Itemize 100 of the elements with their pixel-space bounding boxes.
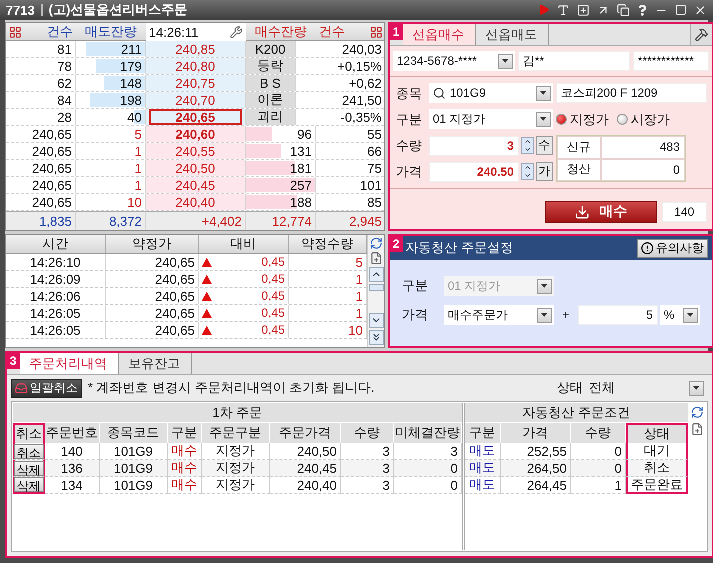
table-cell: 3 bbox=[341, 460, 394, 477]
wrench-icon[interactable] bbox=[230, 26, 243, 38]
notice-button[interactable]: 유의사항 bbox=[637, 238, 708, 258]
number-badge: 2 bbox=[390, 236, 403, 252]
spin-button[interactable] bbox=[521, 137, 534, 154]
change-text: 0,45 bbox=[262, 306, 285, 320]
radio-option[interactable]: 지정가 bbox=[556, 110, 609, 128]
group-header: 자동청산 주문조건 bbox=[465, 403, 688, 423]
price-cell: 240,65 bbox=[106, 271, 199, 287]
table-cell: 매수 bbox=[168, 477, 202, 494]
table-cell: 지정가 bbox=[202, 460, 270, 477]
column-header: 구분 bbox=[465, 423, 501, 443]
refresh-icon[interactable] bbox=[370, 237, 382, 250]
unit-button[interactable]: 가 bbox=[536, 162, 553, 181]
count-cell: 101 bbox=[316, 177, 386, 193]
add-file-icon[interactable] bbox=[370, 252, 382, 265]
row-action-button[interactable]: 삭제 bbox=[14, 460, 44, 476]
field-label: 가격 bbox=[396, 162, 423, 180]
count-field[interactable]: 140 bbox=[662, 202, 707, 222]
radio-option[interactable]: 시장가 bbox=[617, 110, 670, 128]
table-cell: 240,50 bbox=[270, 443, 341, 460]
price-cell: 240,65 bbox=[106, 322, 199, 338]
row-action-button[interactable]: 삭제 bbox=[14, 477, 44, 492]
count-cell: 75 bbox=[316, 160, 386, 176]
tab[interactable]: 보유잔고 bbox=[118, 353, 192, 374]
caret-icon bbox=[537, 308, 552, 322]
search-icon[interactable] bbox=[433, 86, 446, 100]
windows-icon[interactable] bbox=[617, 4, 630, 16]
table-cell: 101G9 bbox=[100, 477, 168, 494]
time-cell: 14:26:05 bbox=[6, 305, 106, 321]
price-text: 240,55 bbox=[176, 144, 216, 158]
count-cell: 78 bbox=[6, 58, 76, 74]
row-action-button[interactable]: 취소 bbox=[14, 444, 44, 458]
help-icon[interactable] bbox=[637, 4, 648, 16]
balance-label: 청산 bbox=[557, 158, 601, 181]
grid-icon[interactable] bbox=[9, 26, 22, 38]
price-text: 240,70 bbox=[176, 92, 216, 108]
hammer-icon bbox=[694, 28, 708, 42]
table-cell: 134 bbox=[45, 477, 100, 494]
table-cell: 136 bbox=[45, 460, 100, 477]
quantity-text: 148 bbox=[120, 76, 142, 90]
trade-price-cell: 240,65 bbox=[6, 126, 76, 142]
column-header: 주문구분 bbox=[202, 423, 270, 443]
column-header: 상태 bbox=[626, 423, 688, 443]
quantity-text: 40 bbox=[128, 110, 142, 124]
info-value: +0,62 bbox=[296, 75, 386, 91]
scroll-thumb[interactable] bbox=[368, 284, 384, 291]
table-cell: 240,40 bbox=[270, 477, 341, 494]
scroll-up-button[interactable] bbox=[368, 267, 384, 282]
unit-button[interactable]: 수 bbox=[536, 136, 553, 155]
table-cell: 264,45 bbox=[501, 477, 571, 494]
price-text: 240,75 bbox=[176, 76, 216, 90]
balance-value: 483 bbox=[601, 136, 685, 158]
scroll-end-button[interactable] bbox=[368, 330, 384, 345]
tab[interactable]: 선옵매수 bbox=[402, 24, 476, 45]
add-window-icon[interactable] bbox=[577, 4, 590, 16]
buy-button[interactable]: 매수 bbox=[545, 201, 657, 223]
offset-field[interactable]: 5 bbox=[578, 305, 658, 325]
hammer-button[interactable] bbox=[690, 24, 712, 45]
table-cell: 취소 bbox=[626, 460, 688, 477]
name-field[interactable]: 김** bbox=[518, 51, 630, 71]
price-text: 240,85 bbox=[176, 42, 216, 56]
count-cell: 28 bbox=[6, 109, 76, 125]
order-type-dropdown[interactable]: 01 지정가 bbox=[429, 109, 553, 129]
info-label: 이론 bbox=[246, 92, 296, 108]
price-basis-dropdown[interactable]: 매수주문가 bbox=[444, 305, 554, 325]
price-field[interactable]: 240.50 bbox=[429, 162, 519, 182]
info-value: +0,15% bbox=[296, 58, 386, 74]
total-cell: 1,835 bbox=[6, 212, 76, 230]
column-header: 구분 bbox=[168, 423, 202, 443]
scroll-down-button[interactable] bbox=[368, 313, 384, 328]
time-text: 14:26:11 bbox=[149, 24, 199, 40]
font-icon[interactable] bbox=[557, 4, 570, 16]
grid-icon[interactable] bbox=[370, 26, 383, 38]
time-cell: 14:26:05 bbox=[6, 322, 106, 338]
field-label: 가격 bbox=[402, 306, 429, 324]
double-down-arrow-icon bbox=[370, 332, 382, 343]
close-icon[interactable] bbox=[694, 4, 707, 16]
item-dropdown[interactable]: 101G9 bbox=[429, 83, 553, 103]
table-cell: 지정가 bbox=[202, 443, 270, 460]
panel-title: 자동청산 주문설정 bbox=[406, 239, 514, 257]
refresh-icon[interactable] bbox=[690, 406, 704, 419]
password-field[interactable]: ************ bbox=[633, 51, 709, 71]
status-dropdown[interactable]: 전체 bbox=[589, 379, 704, 397]
trade-price-cell: 240,65 bbox=[6, 177, 76, 193]
balance-value: 0 bbox=[601, 158, 685, 181]
count-cell: 84 bbox=[6, 92, 76, 108]
tab[interactable]: 선옵매도 bbox=[476, 24, 549, 45]
column-header: 주문가격 bbox=[270, 423, 341, 443]
tab[interactable]: 주문처리내역 bbox=[20, 353, 119, 374]
price-text: 240,80 bbox=[176, 58, 216, 74]
cancel-all-button[interactable]: 일괄취소 bbox=[11, 378, 82, 398]
spin-button[interactable] bbox=[521, 163, 534, 180]
quantity-text: 257 bbox=[290, 178, 312, 192]
maximize-icon[interactable] bbox=[675, 4, 687, 16]
unit-dropdown[interactable]: % bbox=[660, 305, 700, 325]
add-file-icon[interactable] bbox=[690, 423, 704, 436]
account-dropdown[interactable]: 1234-5678-**** bbox=[393, 51, 515, 71]
total-cell: 12,774 bbox=[246, 212, 316, 230]
quantity-field[interactable]: 3 bbox=[429, 136, 519, 156]
